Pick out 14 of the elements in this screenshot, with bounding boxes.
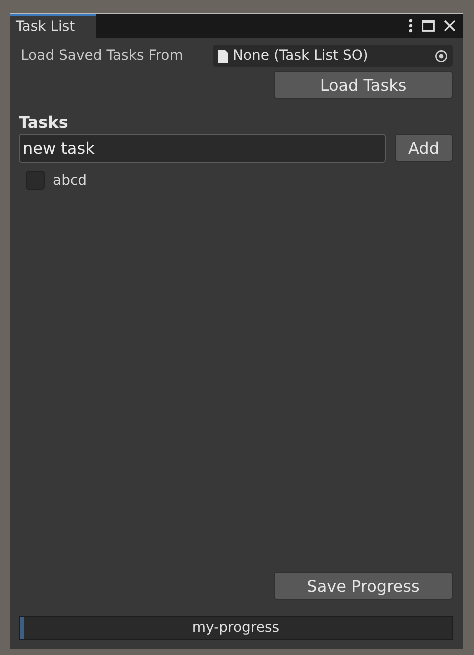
- save-progress-button[interactable]: Save Progress: [274, 572, 453, 600]
- field-label: Load Saved Tasks From: [20, 48, 184, 64]
- window-tab[interactable]: Task List: [10, 14, 96, 38]
- maximize-icon[interactable]: [422, 20, 435, 32]
- load-tasks-button[interactable]: Load Tasks: [274, 71, 453, 99]
- more-icon[interactable]: [409, 19, 413, 33]
- add-button[interactable]: Add: [395, 134, 453, 162]
- progress-bar: my-progress: [19, 616, 453, 640]
- object-field[interactable]: None (Task List SO): [213, 45, 453, 67]
- close-icon[interactable]: [444, 20, 456, 32]
- task-label: abcd: [53, 172, 88, 188]
- task-input-field[interactable]: new task: [19, 134, 386, 163]
- document-icon: [218, 50, 228, 62]
- section-heading: Tasks: [19, 113, 70, 132]
